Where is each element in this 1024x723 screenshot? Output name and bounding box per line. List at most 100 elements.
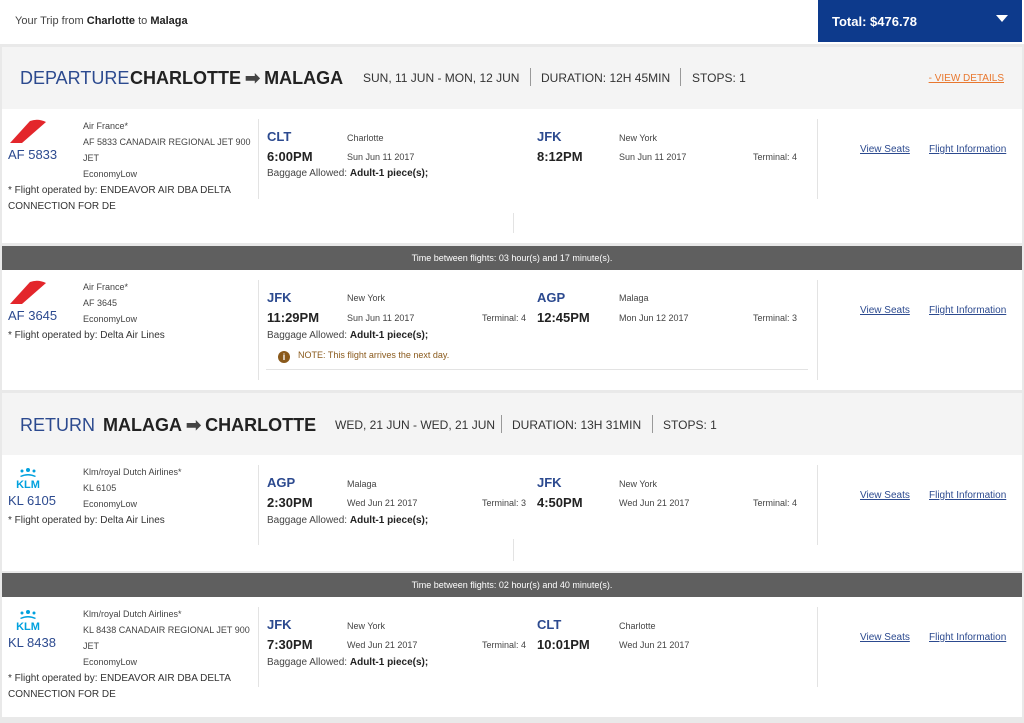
divider: [258, 607, 259, 687]
divider: [266, 369, 808, 370]
arrival-date: Sun Jun 11 2017: [619, 152, 687, 162]
arrival-terminal: Terminal: 4: [753, 152, 798, 162]
flight-detail: AF 3645: [83, 298, 118, 308]
flight-card: AF 3645 Air France* AF 3645 EconomyLow *…: [2, 270, 1022, 390]
flight-number: AF 3645: [8, 308, 58, 323]
arrival-time: 12:45PM: [537, 310, 590, 325]
arrow-right-icon: ➡: [186, 415, 202, 435]
divider: [513, 213, 514, 233]
view-details-link[interactable]: - VIEW DETAILS: [929, 73, 1004, 84]
baggage-value: Adult-1 piece(s);: [349, 168, 429, 179]
svg-text:KLM: KLM: [16, 621, 40, 631]
cabin-class: EconomyLow: [83, 314, 138, 324]
baggage-label: Baggage Allowed:: [267, 657, 348, 668]
divider: [258, 280, 259, 380]
divider: [680, 68, 681, 86]
departure-city: New York: [347, 621, 386, 631]
departure-time: 2:30PM: [267, 495, 313, 510]
baggage-allowance: Baggage Allowed: Adult-1 piece(s);: [267, 515, 428, 526]
trip-to-word: to: [138, 15, 148, 27]
view-seats-link[interactable]: View Seats: [860, 632, 910, 643]
total-price-dropdown[interactable]: Total: $476.78: [818, 0, 1022, 42]
airline-name: Air France*: [83, 282, 129, 292]
departure-time: 7:30PM: [267, 637, 313, 652]
baggage-label: Baggage Allowed:: [267, 168, 348, 179]
divider: [258, 465, 259, 545]
arrival-city: Malaga: [619, 293, 649, 303]
airline-info: Klm/royal Dutch Airlines* KL 6105 Econom…: [83, 464, 255, 512]
departure-city: New York: [347, 293, 386, 303]
view-seats-link[interactable]: View Seats: [860, 305, 910, 316]
trip-summary: Your Trip from Charlotte to Malaga: [15, 15, 188, 27]
return-from: MALAGA: [103, 415, 182, 435]
divider: [513, 539, 514, 561]
baggage-value: Adult-1 piece(s);: [349, 657, 429, 668]
trip-origin: Charlotte: [86, 15, 136, 27]
flight-detail: AF 5833 CANADAIR REGIONAL JET 900 JET: [83, 137, 251, 163]
flight-number: AF 5833: [8, 147, 58, 162]
departure-terminal: Terminal: 4: [482, 640, 527, 650]
total-price: Total: $476.78: [832, 14, 918, 29]
departure-terminal: Terminal: 4: [482, 313, 527, 323]
flight-card: KLM KL 8438 Klm/royal Dutch Airlines* KL…: [2, 597, 1022, 717]
arrival-time: 4:50PM: [537, 495, 583, 510]
divider: [817, 280, 818, 380]
return-stops: STOPS: 1: [663, 418, 717, 432]
return-duration: DURATION: 13H 31MIN: [512, 418, 642, 432]
divider: [652, 415, 653, 433]
operated-by: * Flight operated by: Delta Air Lines: [8, 330, 165, 341]
airline-name: Klm/royal Dutch Airlines*: [83, 609, 182, 619]
return-route: MALAGA ➡ CHARLOTTE: [103, 415, 316, 436]
return-header: RETURN MALAGA ➡ CHARLOTTE WED, 21 JUN - WE…: [2, 393, 1022, 455]
departure-city: Charlotte: [347, 133, 384, 143]
arrow-right-icon: ➡: [245, 68, 261, 88]
arrival-code: JFK: [537, 475, 562, 490]
airline-name: Air France*: [83, 121, 129, 131]
flight-number: KL 8438: [8, 635, 56, 650]
arrival-code: JFK: [537, 129, 562, 144]
baggage-label: Baggage Allowed:: [267, 515, 348, 526]
baggage-allowance: Baggage Allowed: Adult-1 piece(s);: [267, 657, 428, 668]
divider: [817, 119, 818, 199]
flight-information-link[interactable]: Flight Information: [929, 632, 1006, 643]
departure-label: DEPARTURE: [20, 68, 130, 88]
arrival-terminal: Terminal: 3: [753, 313, 798, 323]
caret-down-icon: [996, 15, 1008, 22]
layover-bar: Time between flights: 02 hour(s) and 40 …: [2, 573, 1022, 597]
departure-header: DEPARTURE CHARLOTTE ➡ MALAGA SUN, 11 JUN -…: [2, 47, 1022, 109]
airline-info: Klm/royal Dutch Airlines* KL 8438 CANADA…: [83, 606, 255, 670]
departure-city: Malaga: [347, 479, 377, 489]
airline-info: Air France* AF 5833 CANADAIR REGIONAL JE…: [83, 118, 255, 182]
operated-by: * Flight operated by: ENDEAVOR AIR DBA D…: [8, 673, 231, 700]
klm-logo: KLM: [8, 609, 48, 636]
airline-info: Air France* AF 3645 EconomyLow: [83, 279, 255, 327]
departure-code: JFK: [267, 617, 292, 632]
flight-detail: KL 6105: [83, 483, 117, 493]
departure-date: Sun Jun 11 2017: [347, 152, 415, 162]
flight-card: AF 5833 Air France* AF 5833 CANADAIR REG…: [2, 109, 1022, 243]
arrival-date: Wed Jun 21 2017: [619, 498, 690, 508]
divider: [258, 119, 259, 199]
departure-duration: DURATION: 12H 45MIN: [541, 71, 671, 85]
air-france-logo: [8, 280, 48, 309]
departure-code: AGP: [267, 475, 296, 490]
info-icon: i: [278, 351, 290, 363]
flight-information-link[interactable]: Flight Information: [929, 144, 1006, 155]
divider: [501, 415, 502, 433]
baggage-value: Adult-1 piece(s);: [349, 515, 429, 526]
return-to: CHARLOTTE: [205, 415, 317, 435]
departure-time: 11:29PM: [267, 310, 320, 325]
trip-destination: Malaga: [150, 15, 188, 27]
view-seats-link[interactable]: View Seats: [860, 490, 910, 501]
flight-information-link[interactable]: Flight Information: [929, 305, 1006, 316]
operated-by: * Flight operated by: ENDEAVOR AIR DBA D…: [8, 185, 231, 212]
layover-bar: Time between flights: 03 hour(s) and 17 …: [2, 246, 1022, 270]
note-text: NOTE: This flight arrives the next day.: [298, 350, 450, 360]
departure-route: CHARLOTTE ➡ MALAGA: [130, 68, 343, 89]
flight-information-link[interactable]: Flight Information: [929, 490, 1006, 501]
baggage-allowance: Baggage Allowed: Adult-1 piece(s);: [267, 330, 428, 341]
departure-code: CLT: [267, 129, 292, 144]
cabin-class: EconomyLow: [83, 499, 138, 509]
view-seats-link[interactable]: View Seats: [860, 144, 910, 155]
trip-prefix: Your Trip from: [15, 15, 84, 27]
